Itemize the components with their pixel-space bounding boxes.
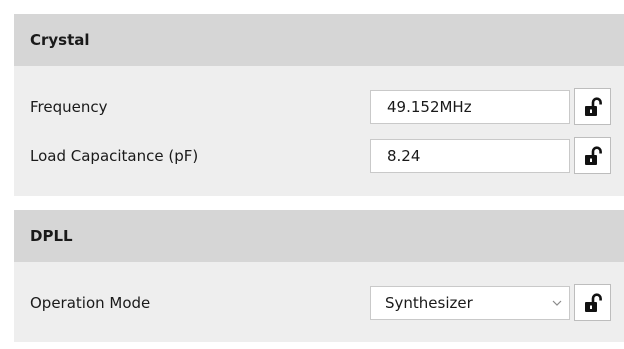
load-capacitance-input[interactable] bbox=[370, 139, 570, 173]
section-body-dpll: Operation Mode Synthesizer bbox=[14, 262, 624, 342]
operation-mode-selected-value: Synthesizer bbox=[385, 294, 473, 312]
chevron-down-icon bbox=[545, 298, 569, 309]
row-load-capacitance: Load Capacitance (pF) bbox=[14, 136, 624, 176]
frequency-label: Frequency bbox=[30, 98, 108, 116]
section-title-crystal: Crystal bbox=[30, 31, 90, 49]
row-frequency: Frequency bbox=[14, 87, 624, 127]
unlocked-padlock-icon bbox=[584, 292, 602, 312]
unlocked-padlock-icon bbox=[584, 145, 602, 165]
section-body-crystal: Frequency Load Capacitance (pF) bbox=[14, 66, 624, 196]
row-operation-mode: Operation Mode Synthesizer bbox=[14, 283, 624, 323]
section-title-dpll: DPLL bbox=[30, 227, 73, 245]
operation-mode-label: Operation Mode bbox=[30, 294, 151, 312]
load-capacitance-lock-button[interactable] bbox=[574, 137, 611, 174]
section-header-crystal: Crystal bbox=[14, 14, 624, 66]
unlocked-padlock-icon bbox=[584, 96, 602, 116]
operation-mode-lock-button[interactable] bbox=[574, 284, 611, 321]
operation-mode-dropdown[interactable]: Synthesizer bbox=[370, 286, 570, 320]
section-header-dpll: DPLL bbox=[14, 210, 624, 262]
frequency-input[interactable] bbox=[370, 90, 570, 124]
frequency-lock-button[interactable] bbox=[574, 88, 611, 125]
load-capacitance-label: Load Capacitance (pF) bbox=[30, 147, 199, 165]
